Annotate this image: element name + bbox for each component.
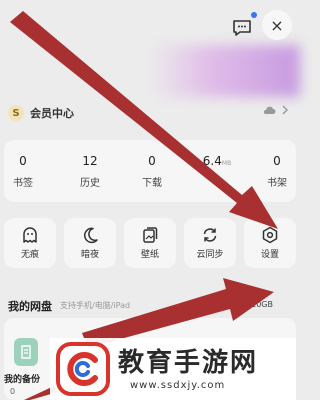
tool-label: 设置 bbox=[260, 250, 279, 260]
stat-value: 6.4MB bbox=[192, 154, 242, 171]
backup-label: 我的备份 bbox=[4, 375, 41, 385]
tool-settings[interactable]: 设置 bbox=[244, 218, 296, 268]
chevron-right-icon bbox=[282, 105, 288, 115]
stats-card: 0 书签 12 历史 0 下载 6.4MB 0 书架 bbox=[4, 140, 296, 202]
vip-badge-icon: S bbox=[8, 105, 24, 121]
stat-bookmarks[interactable]: 0 书签 bbox=[0, 154, 48, 189]
stat-number: 6.4 bbox=[202, 154, 222, 168]
stat-value: 0 bbox=[273, 154, 281, 168]
message-icon bbox=[233, 20, 251, 36]
wallpaper-icon bbox=[143, 227, 158, 243]
stat-label: 书签 bbox=[13, 178, 33, 189]
notification-dot bbox=[251, 12, 257, 18]
message-button[interactable] bbox=[228, 14, 256, 42]
tool-incognito[interactable]: 无痕 bbox=[4, 218, 56, 268]
tool-label: 暗夜 bbox=[80, 250, 99, 260]
watermark-url: www.ssdxjy.com bbox=[130, 380, 226, 391]
tool-dark-mode[interactable]: 暗夜 bbox=[64, 218, 116, 268]
stat-downloads[interactable]: 0 下载 bbox=[127, 154, 177, 189]
tool-wallpaper[interactable]: 壁纸 bbox=[124, 218, 176, 268]
cloud-icon bbox=[263, 106, 276, 114]
ghost-icon bbox=[23, 227, 37, 243]
stat-value: 0 bbox=[19, 154, 27, 168]
watermark-logo bbox=[56, 342, 110, 396]
disk-storage-usage: 6.4GB/10GB bbox=[224, 300, 273, 309]
watermark-title: 教育手游网 bbox=[118, 348, 259, 378]
disk-section-title: 我的网盘 bbox=[8, 300, 52, 313]
stat-label: 历史 bbox=[80, 178, 100, 189]
close-button[interactable]: × bbox=[262, 10, 292, 40]
vip-center-bar[interactable]: S 会员中心 bbox=[4, 100, 296, 126]
header-banner-blur bbox=[150, 45, 300, 97]
tool-label: 壁纸 bbox=[140, 250, 159, 260]
tool-cloud-sync[interactable]: 云同步 bbox=[184, 218, 236, 268]
moon-icon bbox=[83, 227, 98, 244]
stat-label: 书架 bbox=[267, 178, 287, 189]
tool-label: 无痕 bbox=[20, 250, 39, 260]
sync-icon bbox=[203, 228, 217, 242]
disk-section-subtitle: 支持手机/电脑/iPad bbox=[60, 301, 131, 310]
vip-center-label: 会员中心 bbox=[30, 107, 74, 120]
stat-history[interactable]: 12 历史 bbox=[65, 154, 115, 189]
stat-value: 0 bbox=[148, 154, 156, 168]
backup-count: 0 bbox=[10, 387, 16, 396]
stat-unit: MB bbox=[221, 160, 232, 167]
stat-value: 12 bbox=[82, 154, 98, 168]
stat-storage[interactable]: 6.4MB bbox=[192, 154, 242, 177]
backup-icon bbox=[14, 338, 38, 366]
stat-bookshelf[interactable]: 0 书架 bbox=[252, 154, 302, 189]
vip-right-icons bbox=[262, 105, 288, 115]
stat-label: 下载 bbox=[142, 178, 162, 189]
settings-icon bbox=[262, 226, 278, 244]
close-icon: × bbox=[270, 15, 284, 35]
tool-label: 云同步 bbox=[196, 250, 224, 260]
